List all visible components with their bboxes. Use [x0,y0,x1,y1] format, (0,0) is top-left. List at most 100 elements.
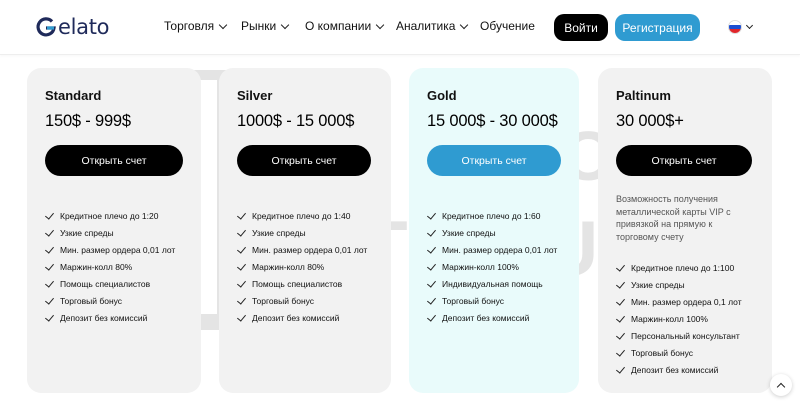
feature-list: Кредитное плечо до 1:60 Узкие спреды Мин… [427,207,557,326]
check-icon [45,260,54,271]
feature-list: Кредитное плечо до 1:40 Узкие спреды Мин… [237,207,367,326]
plan-description: Возможность получения металлической карт… [616,194,731,242]
nav-item-about[interactable]: О компании [305,19,385,33]
plan-card-standard: Standard 150$ - 999$ Открыть счет Кредит… [27,68,201,393]
plan-card-gold: Gold 15 000$ - 30 000$ Открыть счет Кред… [409,68,579,393]
check-icon [45,226,54,237]
plan-name: Gold [427,88,457,103]
check-icon [45,294,54,305]
register-button[interactable]: Регистрация [615,14,700,41]
feature-item: Мин. размер ордера 0,1 лот [616,293,742,310]
chevron-down-icon [460,20,469,29]
feature-item: Кредитное плечо до 1:60 [427,207,557,224]
open-account-button[interactable]: Открыть счет [616,145,752,176]
plan-card-platinum: Paltinum 30 000$+ Открыть счет Возможнос… [598,68,772,393]
open-account-button[interactable]: Открыть счет [237,145,371,176]
plan-price: 15 000$ - 30 000$ [427,112,558,130]
open-account-button[interactable]: Открыть счет [45,145,183,176]
feature-item: Персональный консультант [616,327,742,344]
check-icon [45,277,54,288]
check-icon [237,311,246,322]
feature-item: Торговый бонус [616,344,742,361]
nav-item-label: О компании [305,19,372,33]
plan-price: 150$ - 999$ [45,112,131,130]
site-header: elato Торговля Рынки О компании Аналитик… [0,0,800,55]
feature-item: Узкие спреды [237,224,367,241]
feature-item: Помощь специалистов [237,275,367,292]
feature-item: Депозит без комиссий [427,309,557,326]
feature-item: Кредитное плечо до 1:20 [45,207,175,224]
feature-item: Маржин-колл 100% [427,258,557,275]
logo-g-icon [36,17,56,37]
check-icon [616,312,625,323]
feature-item: Торговый бонус [427,292,557,309]
check-icon [616,363,625,374]
check-icon [616,329,625,340]
check-icon [616,278,625,289]
chevron-up-icon [776,382,786,391]
feature-item: Узкие спреды [45,224,175,241]
check-icon [237,226,246,237]
check-icon [427,260,436,271]
check-icon [237,294,246,305]
nav-item-label: Аналитика [396,19,456,33]
feature-item: Помощь специалистов [45,275,175,292]
plan-card-silver: Silver 1000$ - 15 000$ Открыть счет Кред… [219,68,391,393]
check-icon [237,209,246,220]
feature-item: Торговый бонус [237,292,367,309]
language-selector[interactable] [728,20,754,34]
logo-text: elato [58,15,110,39]
feature-item: Маржин-колл 80% [45,258,175,275]
feature-item: Маржин-колл 100% [616,310,742,327]
nav-item-label: Торговля [164,19,215,33]
plan-price: 1000$ - 15 000$ [237,112,355,130]
check-icon [237,277,246,288]
nav-item-analytics[interactable]: Аналитика [396,19,469,33]
plan-price: 30 000$+ [616,112,684,130]
feature-item: Депозит без комиссий [45,309,175,326]
chevron-down-icon [280,20,290,29]
check-icon [427,226,436,237]
nav-item-label: Рынки [241,19,277,33]
check-icon [427,243,436,254]
scroll-to-top-button[interactable] [770,374,792,396]
check-icon [427,294,436,305]
login-button[interactable]: Войти [554,14,608,41]
nav-item-label: Обучение [480,19,535,33]
feature-item: Узкие спреды [427,224,557,241]
chevron-down-icon [218,20,228,29]
feature-item: Мин. размер ордера 0,01 лот [237,241,367,258]
nav-item-education[interactable]: Обучение [480,19,535,33]
feature-item: Торговый бонус [45,292,175,309]
feature-item: Маржин-колл 80% [237,258,367,275]
check-icon [616,295,625,306]
check-icon [616,346,625,357]
check-icon [237,243,246,254]
feature-item: Кредитное плечо до 1:100 [616,259,742,276]
nav-item-trading[interactable]: Торговля [164,19,228,33]
feature-item: Депозит без комиссий [616,361,742,378]
check-icon [45,209,54,220]
russia-flag-icon [728,20,742,34]
chevron-down-icon [745,21,754,30]
feature-list: Кредитное плечо до 1:100 Узкие спреды Ми… [616,259,742,378]
check-icon [237,260,246,271]
check-icon [427,209,436,220]
chevron-down-icon [375,20,385,29]
feature-item: Депозит без комиссий [237,309,367,326]
plan-name: Silver [237,88,273,103]
check-icon [45,243,54,254]
feature-item: Узкие спреды [616,276,742,293]
feature-item: Индивидуальная помощь [427,275,557,292]
nav-item-markets[interactable]: Рынки [241,19,290,33]
check-icon [45,311,54,322]
check-icon [616,261,625,272]
logo[interactable]: elato [35,15,110,39]
feature-item: Мин. размер ордера 0,01 лот [45,241,175,258]
plan-name: Standard [45,88,102,103]
feature-item: Мин. размер ордера 0,01 лот [427,241,557,258]
check-icon [427,277,436,288]
feature-list: Кредитное плечо до 1:20 Узкие спреды Мин… [45,207,175,326]
open-account-button[interactable]: Открыть счет [427,145,561,176]
plan-name: Paltinum [616,88,671,103]
